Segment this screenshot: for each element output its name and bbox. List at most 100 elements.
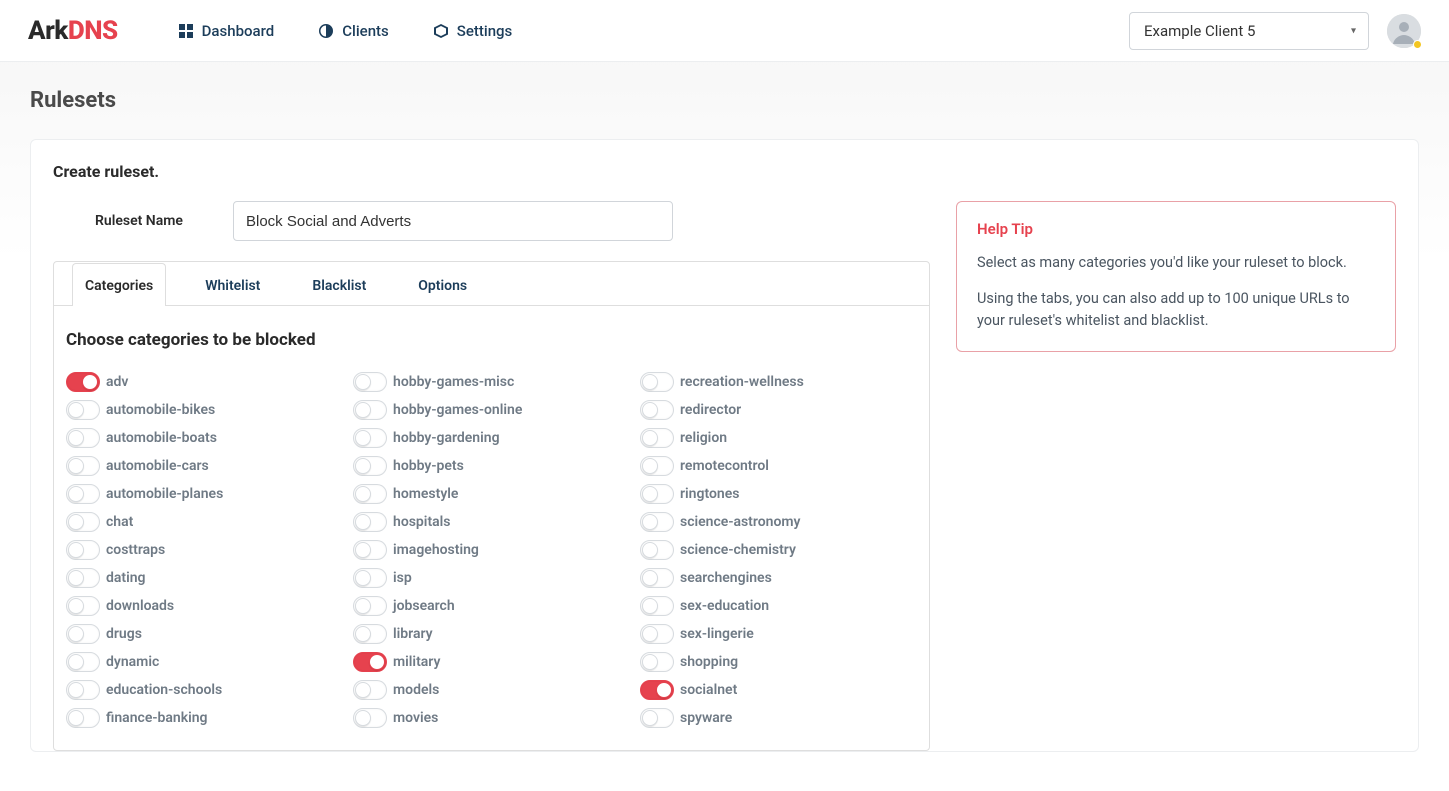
toggle-downloads[interactable]	[66, 596, 100, 616]
toggle-sex-lingerie[interactable]	[640, 624, 674, 644]
toggle-library[interactable]	[353, 624, 387, 644]
toggle-imagehosting[interactable]	[353, 540, 387, 560]
category-homestyle: homestyle	[353, 480, 630, 508]
category-socialnet: socialnet	[640, 676, 917, 704]
category-label: dynamic	[106, 654, 159, 670]
toggle-jobsearch[interactable]	[353, 596, 387, 616]
tab-options[interactable]: Options	[405, 263, 480, 306]
toggle-homestyle[interactable]	[353, 484, 387, 504]
category-adv: adv	[66, 368, 343, 396]
category-label: sex-education	[680, 598, 769, 614]
toggle-hobby-pets[interactable]	[353, 456, 387, 476]
toggle-military[interactable]	[353, 652, 387, 672]
category-label: religion	[680, 430, 727, 446]
nav-dashboard-label: Dashboard	[202, 22, 275, 40]
toggle-finance-banking[interactable]	[66, 708, 100, 728]
category-searchengines: searchengines	[640, 564, 917, 592]
category-label: socialnet	[680, 682, 737, 698]
toggle-dating[interactable]	[66, 568, 100, 588]
toggle-shopping[interactable]	[640, 652, 674, 672]
toggle-chat[interactable]	[66, 512, 100, 532]
tab-whitelist[interactable]: Whitelist	[192, 263, 273, 306]
help-tip-title: Help Tip	[977, 220, 1375, 238]
toggle-adv[interactable]	[66, 372, 100, 392]
tab-body: Choose categories to be blocked advhobby…	[54, 306, 929, 750]
toggle-automobile-boats[interactable]	[66, 428, 100, 448]
tab-categories[interactable]: Categories	[72, 263, 166, 306]
category-science-astronomy: science-astronomy	[640, 508, 917, 536]
nav-dashboard[interactable]: Dashboard	[178, 22, 275, 40]
category-sex-education: sex-education	[640, 592, 917, 620]
category-sex-lingerie: sex-lingerie	[640, 620, 917, 648]
toggle-spyware[interactable]	[640, 708, 674, 728]
category-label: science-chemistry	[680, 542, 796, 558]
toggle-hospitals[interactable]	[353, 512, 387, 532]
toggle-costtraps[interactable]	[66, 540, 100, 560]
toggle-automobile-planes[interactable]	[66, 484, 100, 504]
toggle-models[interactable]	[353, 680, 387, 700]
toggle-science-astronomy[interactable]	[640, 512, 674, 532]
toggle-movies[interactable]	[353, 708, 387, 728]
toggle-religion[interactable]	[640, 428, 674, 448]
toggle-searchengines[interactable]	[640, 568, 674, 588]
toggle-drugs[interactable]	[66, 624, 100, 644]
category-label: dating	[106, 570, 146, 586]
category-label: education-schools	[106, 682, 222, 698]
page-title: Rulesets	[30, 88, 1419, 113]
category-automobile-planes: automobile-planes	[66, 480, 343, 508]
client-select[interactable]: Example Client 5	[1129, 12, 1369, 50]
help-tip-p2: Using the tabs, you can also add up to 1…	[977, 288, 1375, 332]
toggle-hobby-gardening[interactable]	[353, 428, 387, 448]
category-label: automobile-boats	[106, 430, 217, 446]
category-movies: movies	[353, 704, 630, 732]
topbar-right: Example Client 5	[1129, 12, 1421, 50]
ruleset-name-row: Ruleset Name	[53, 201, 930, 241]
tab-blacklist[interactable]: Blacklist	[299, 263, 379, 306]
brand-logo[interactable]: ArkDNS	[28, 16, 118, 46]
toggle-automobile-cars[interactable]	[66, 456, 100, 476]
category-spyware: spyware	[640, 704, 917, 732]
category-label: hospitals	[393, 514, 451, 530]
nav-clients[interactable]: Clients	[318, 22, 389, 40]
ruleset-card: Create ruleset. Ruleset Name Categories …	[30, 139, 1419, 752]
category-hobby-games-misc: hobby-games-misc	[353, 368, 630, 396]
toggle-education-schools[interactable]	[66, 680, 100, 700]
category-dynamic: dynamic	[66, 648, 343, 676]
avatar[interactable]	[1387, 14, 1421, 48]
category-label: searchengines	[680, 570, 772, 586]
category-label: homestyle	[393, 486, 458, 502]
category-label: adv	[106, 374, 128, 390]
category-label: isp	[393, 570, 412, 586]
category-finance-banking: finance-banking	[66, 704, 343, 732]
toggle-socialnet[interactable]	[640, 680, 674, 700]
category-label: science-astronomy	[680, 514, 801, 530]
ruleset-name-input[interactable]	[233, 201, 673, 241]
toggle-hobby-games-online[interactable]	[353, 400, 387, 420]
toggle-automobile-bikes[interactable]	[66, 400, 100, 420]
col-side: Help Tip Select as many categories you'd…	[956, 201, 1396, 352]
category-library: library	[353, 620, 630, 648]
category-recreation-wellness: recreation-wellness	[640, 368, 917, 396]
toggle-hobby-games-misc[interactable]	[353, 372, 387, 392]
toggle-isp[interactable]	[353, 568, 387, 588]
nav-settings[interactable]: Settings	[433, 22, 513, 40]
category-label: models	[393, 682, 439, 698]
toggle-redirector[interactable]	[640, 400, 674, 420]
avatar-status-badge	[1413, 40, 1422, 49]
card-heading: Create ruleset.	[53, 162, 1396, 181]
category-education-schools: education-schools	[66, 676, 343, 704]
toggle-dynamic[interactable]	[66, 652, 100, 672]
category-label: jobsearch	[393, 598, 455, 614]
category-hobby-games-online: hobby-games-online	[353, 396, 630, 424]
category-costtraps: costtraps	[66, 536, 343, 564]
category-label: military	[393, 654, 440, 670]
toggle-recreation-wellness[interactable]	[640, 372, 674, 392]
toggle-ringtones[interactable]	[640, 484, 674, 504]
toggle-science-chemistry[interactable]	[640, 540, 674, 560]
category-ringtones: ringtones	[640, 480, 917, 508]
toggle-remotecontrol[interactable]	[640, 456, 674, 476]
category-redirector: redirector	[640, 396, 917, 424]
help-tip: Help Tip Select as many categories you'd…	[956, 201, 1396, 352]
toggle-sex-education[interactable]	[640, 596, 674, 616]
category-label: redirector	[680, 402, 741, 418]
